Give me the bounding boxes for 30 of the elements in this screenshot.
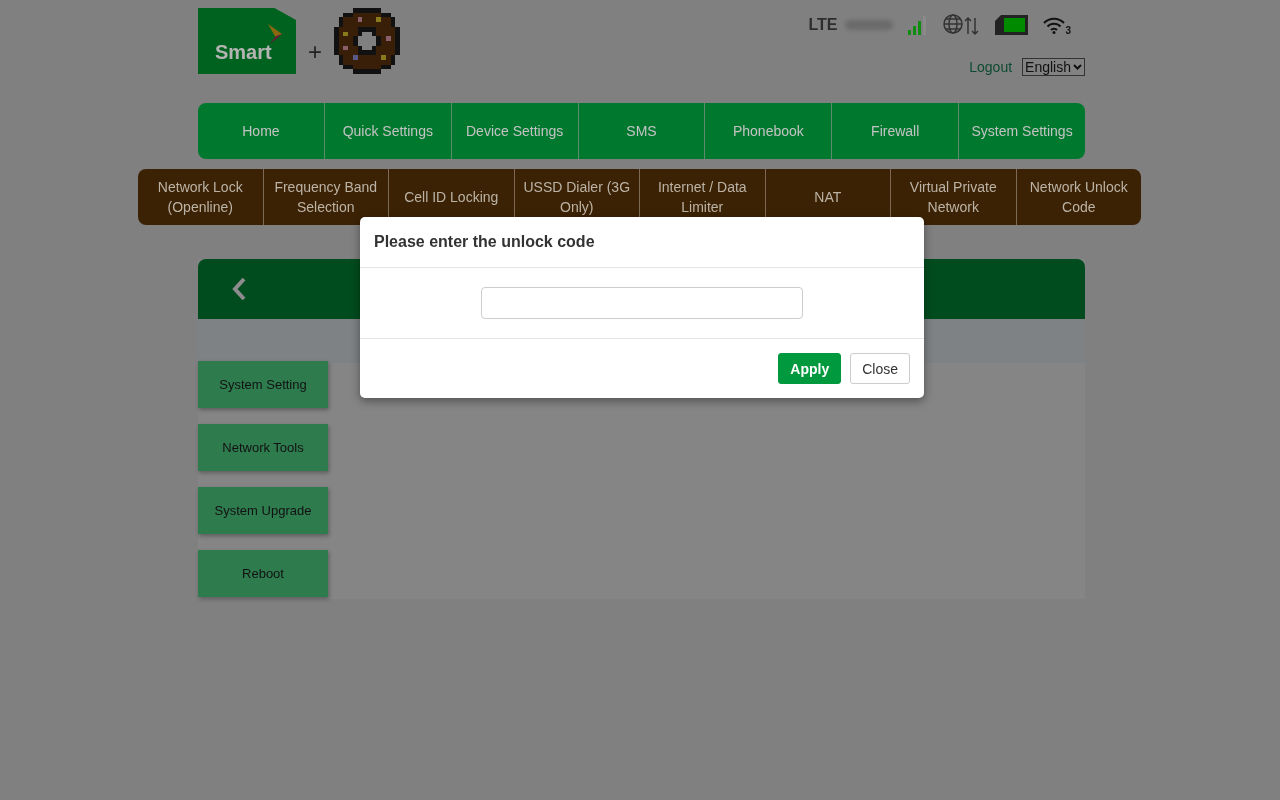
- sub-nav-tab[interactable]: Network Lock (Openline): [138, 169, 264, 225]
- apply-button[interactable]: Apply: [778, 353, 842, 384]
- side-menu-button[interactable]: System Upgrade: [198, 487, 328, 534]
- nav-tab[interactable]: Firewall: [832, 103, 960, 159]
- logo-mark-icon: [268, 24, 282, 44]
- logout-link[interactable]: Logout: [969, 59, 1013, 75]
- sub-nav-tab[interactable]: Network Unlock Code: [1016, 169, 1141, 225]
- donut-icon: [334, 8, 400, 74]
- nav-tab[interactable]: SMS: [578, 103, 706, 159]
- side-menu-button[interactable]: Reboot: [198, 550, 328, 597]
- side-menu-button[interactable]: Network Tools: [198, 424, 328, 471]
- dialog-title: Please enter the unlock code: [360, 217, 924, 268]
- close-button[interactable]: Close: [850, 353, 910, 384]
- nav-tab[interactable]: Phonebook: [705, 103, 833, 159]
- chevron-down-icon: [1073, 64, 1082, 70]
- sim-card-icon: [995, 15, 1030, 35]
- side-menu-button[interactable]: System Setting: [198, 361, 328, 408]
- globe-icon: [943, 14, 982, 36]
- back-chevron-icon[interactable]: [232, 277, 246, 301]
- wifi-icon: [1043, 16, 1066, 34]
- language-select[interactable]: English: [1022, 58, 1085, 76]
- wifi-client-count: 3: [1065, 25, 1071, 36]
- nav-tab[interactable]: Device Settings: [451, 103, 579, 159]
- nav-tab[interactable]: Home: [198, 103, 325, 159]
- network-type: LTE: [808, 16, 838, 34]
- plus-sign: +: [308, 38, 322, 66]
- unlock-code-input[interactable]: [481, 287, 803, 319]
- logo-text: Smart: [215, 41, 272, 64]
- nav-tab[interactable]: Quick Settings: [324, 103, 452, 159]
- nav-tab[interactable]: System Settings: [959, 103, 1085, 159]
